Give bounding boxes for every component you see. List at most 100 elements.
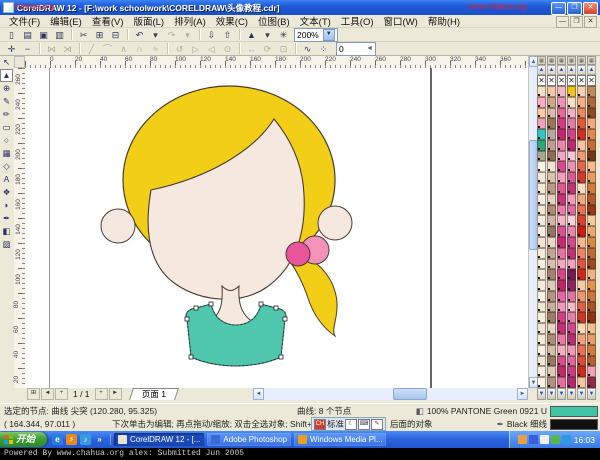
color-swatch[interactable]: [537, 194, 546, 205]
color-swatch[interactable]: [567, 108, 576, 119]
color-swatch[interactable]: [587, 345, 596, 356]
color-swatch[interactable]: [537, 118, 546, 129]
scroll-left-icon[interactable]: ◄: [253, 388, 264, 400]
node-handle[interactable]: [259, 302, 263, 306]
color-swatch[interactable]: [547, 356, 556, 367]
color-swatch[interactable]: [587, 183, 596, 194]
interactive-fill-tool[interactable]: ▨: [0, 238, 13, 251]
node-handle[interactable]: [283, 317, 287, 321]
undo-dropdown-icon[interactable]: ▾: [148, 28, 163, 42]
color-swatch[interactable]: [547, 183, 556, 194]
color-swatch[interactable]: [547, 248, 556, 259]
mdi-close-button[interactable]: ✕: [584, 16, 597, 28]
tray-icon[interactable]: [551, 435, 560, 444]
color-swatch[interactable]: [537, 356, 546, 367]
color-swatch[interactable]: [567, 118, 576, 129]
palette-scroll-up-icon[interactable]: ▲: [557, 65, 566, 75]
color-swatch[interactable]: [577, 97, 586, 108]
color-swatch[interactable]: [577, 161, 586, 172]
color-swatch[interactable]: [547, 259, 556, 270]
color-swatch[interactable]: [537, 345, 546, 356]
tray-icon[interactable]: [562, 435, 571, 444]
scroll-right-icon[interactable]: ►: [517, 388, 528, 400]
color-swatch[interactable]: [577, 86, 586, 97]
color-swatch[interactable]: [567, 377, 576, 388]
media-icon[interactable]: ♪: [80, 434, 91, 445]
color-swatch[interactable]: [587, 161, 596, 172]
print-icon[interactable]: ▥: [52, 28, 67, 42]
tray-icon[interactable]: [529, 435, 538, 444]
color-swatch[interactable]: [567, 86, 576, 97]
tray-icon[interactable]: [540, 435, 549, 444]
color-swatch[interactable]: [537, 86, 546, 97]
color-swatch[interactable]: [557, 345, 566, 356]
minimize-button[interactable]: —: [551, 2, 566, 15]
palette-scroll-down-icon[interactable]: ▼: [567, 388, 576, 400]
color-swatch[interactable]: [537, 226, 546, 237]
paste-icon[interactable]: ⊟: [108, 28, 123, 42]
ime-fullhalf-icon[interactable]: ☾: [345, 419, 357, 430]
color-swatch[interactable]: [587, 129, 596, 140]
copy-icon[interactable]: ⊞: [92, 28, 107, 42]
horizontal-scroll-thumb[interactable]: [393, 388, 427, 400]
slider-handle-icon[interactable]: ◄: [366, 45, 373, 52]
color-swatch[interactable]: [577, 215, 586, 226]
palette-header-icon[interactable]: ▦: [557, 56, 566, 65]
color-swatch[interactable]: [557, 323, 566, 334]
color-swatch[interactable]: [587, 108, 596, 119]
color-swatch[interactable]: [577, 183, 586, 194]
color-swatch[interactable]: [537, 366, 546, 377]
color-swatch[interactable]: [557, 194, 566, 205]
color-swatch[interactable]: [557, 291, 566, 302]
color-swatch[interactable]: [587, 237, 596, 248]
color-swatch[interactable]: [577, 129, 586, 140]
color-swatch[interactable]: [557, 118, 566, 129]
color-swatch[interactable]: [567, 345, 576, 356]
color-swatch[interactable]: [537, 205, 546, 216]
color-swatch[interactable]: [587, 269, 596, 280]
color-swatch[interactable]: [557, 312, 566, 323]
ie-icon[interactable]: e: [52, 434, 63, 445]
artwork-girl-portrait[interactable]: [25, 68, 528, 388]
color-swatch[interactable]: [537, 237, 546, 248]
color-swatch[interactable]: [537, 312, 546, 323]
color-swatch[interactable]: [547, 269, 556, 280]
add-page-left-button[interactable]: +: [55, 388, 68, 400]
color-swatch[interactable]: [587, 226, 596, 237]
color-swatch[interactable]: [557, 280, 566, 291]
menu-item-5[interactable]: 效果(C): [211, 14, 253, 28]
color-swatch[interactable]: [577, 345, 586, 356]
color-swatch[interactable]: [567, 259, 576, 270]
palette-header-icon[interactable]: ▦: [537, 56, 546, 65]
color-swatch[interactable]: [547, 345, 556, 356]
color-swatch[interactable]: [557, 161, 566, 172]
color-swatch[interactable]: [587, 172, 596, 183]
color-swatch[interactable]: [587, 312, 596, 323]
color-swatch[interactable]: [587, 377, 596, 388]
color-swatch[interactable]: [547, 237, 556, 248]
taskbar-task-2[interactable]: Windows Media Pl...: [294, 433, 386, 446]
color-swatch[interactable]: [537, 280, 546, 291]
color-swatch[interactable]: [557, 356, 566, 367]
no-color-swatch[interactable]: ✕: [587, 75, 596, 86]
ime-language-bar[interactable]: CH 标准 ☾ ⌨ ✎: [311, 417, 386, 431]
color-swatch[interactable]: [547, 302, 556, 313]
color-swatch[interactable]: [557, 377, 566, 388]
drawing-canvas[interactable]: [25, 68, 528, 388]
color-swatch[interactable]: [547, 140, 556, 151]
palette-header-icon[interactable]: ▦: [587, 56, 596, 65]
shape-tool[interactable]: ▲: [0, 69, 13, 82]
open-icon[interactable]: ▤: [20, 28, 35, 42]
color-swatch[interactable]: [557, 108, 566, 119]
color-swatch[interactable]: [567, 215, 576, 226]
color-swatch[interactable]: [547, 323, 556, 334]
color-swatch[interactable]: [557, 140, 566, 151]
color-swatch[interactable]: [567, 356, 576, 367]
color-swatch[interactable]: [567, 226, 576, 237]
color-swatch[interactable]: [547, 108, 556, 119]
color-swatch[interactable]: [557, 129, 566, 140]
palette-scroll-up-icon[interactable]: ▲: [537, 65, 546, 75]
color-swatch[interactable]: [557, 215, 566, 226]
color-swatch[interactable]: [547, 226, 556, 237]
palette-scroll-up-icon[interactable]: ▲: [587, 65, 596, 75]
